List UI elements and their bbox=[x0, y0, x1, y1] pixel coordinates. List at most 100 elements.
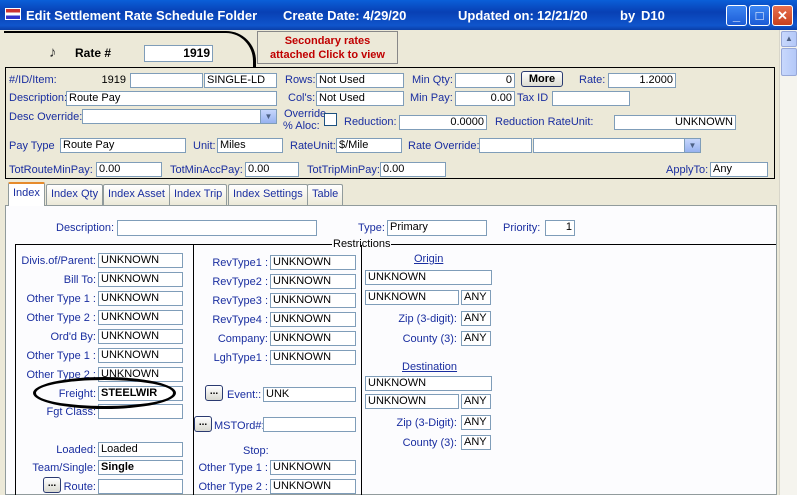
description-label: Description: bbox=[9, 92, 68, 104]
revtype4-label: RevType4 : bbox=[212, 314, 268, 326]
close-icon: ✕ bbox=[777, 8, 788, 23]
origin-field[interactable]: UNKNOWN bbox=[365, 270, 492, 285]
other-type-2-field[interactable]: UNKNOWN bbox=[98, 310, 183, 325]
restrictions-divider-1 bbox=[193, 245, 194, 495]
tab-index-trip[interactable]: Index Trip bbox=[169, 184, 228, 205]
origin-link[interactable]: Origin bbox=[414, 253, 443, 265]
desc-override-select[interactable]: ▼ bbox=[82, 109, 277, 124]
secondary-rates-button[interactable]: Secondary rates attached Click to view bbox=[257, 31, 398, 64]
chevron-down-icon[interactable]: ▼ bbox=[684, 139, 700, 152]
origin-sub-field[interactable]: UNKNOWN bbox=[365, 290, 459, 305]
destination-field[interactable]: UNKNOWN bbox=[365, 376, 492, 391]
maximize-button[interactable]: □ bbox=[749, 5, 770, 26]
updated-value: 12/21/20 bbox=[537, 8, 588, 23]
minimize-icon: _ bbox=[732, 8, 741, 23]
loaded-field[interactable]: Loaded bbox=[98, 442, 183, 457]
team-single-field[interactable]: Single bbox=[98, 460, 183, 475]
company-label: Company: bbox=[217, 333, 268, 345]
scroll-thumb[interactable] bbox=[781, 48, 797, 76]
vertical-scrollbar[interactable]: ▲ bbox=[779, 30, 797, 495]
rate-override-field[interactable] bbox=[479, 138, 532, 153]
divis-parent-label: Divis.of/Parent: bbox=[21, 255, 96, 267]
other-type-1-field[interactable]: UNKNOWN bbox=[98, 291, 183, 306]
other-type-1-label: Other Type 1 : bbox=[26, 293, 96, 305]
secondary-rates-line1: Secondary rates bbox=[284, 35, 371, 47]
other-type-2-label: Other Type 2 : bbox=[26, 312, 96, 324]
stop-other-type-1-field[interactable]: UNKNOWN bbox=[270, 460, 356, 475]
title-bar: Edit Settlement Rate Schedule Folder Cre… bbox=[0, 0, 797, 30]
minimize-button[interactable]: _ bbox=[726, 5, 747, 26]
mstord-lookup-button[interactable]: ... bbox=[194, 416, 212, 432]
rate-unit-field[interactable]: $/Mile bbox=[336, 138, 402, 153]
type-field[interactable]: Primary bbox=[387, 220, 487, 236]
ordered-by-label: Ord'd By: bbox=[50, 331, 96, 343]
rows-field[interactable]: Not Used bbox=[316, 73, 404, 88]
description-field[interactable]: Route Pay bbox=[66, 91, 277, 106]
rate-number-label: Rate # bbox=[75, 46, 112, 60]
revtype2-field[interactable]: UNKNOWN bbox=[270, 274, 356, 289]
divis-parent-field[interactable]: UNKNOWN bbox=[98, 253, 183, 268]
tab-index-settings[interactable]: Index Settings bbox=[228, 184, 308, 205]
tab-table[interactable]: Table bbox=[307, 184, 344, 205]
origin-zip-field[interactable]: ANY bbox=[461, 311, 491, 326]
priority-field[interactable]: 1 bbox=[545, 220, 575, 236]
route-lookup-button[interactable]: ... bbox=[43, 477, 61, 493]
destination-link[interactable]: Destination bbox=[402, 361, 457, 373]
chevron-down-icon[interactable]: ▼ bbox=[260, 110, 276, 123]
tax-id-field[interactable] bbox=[552, 91, 630, 106]
item-code-field[interactable]: SINGLE-LD bbox=[204, 73, 277, 88]
stop-other-type-2-field[interactable]: UNKNOWN bbox=[270, 479, 356, 494]
scroll-up-button[interactable]: ▲ bbox=[781, 31, 797, 47]
event-lookup-button[interactable]: ... bbox=[205, 385, 223, 401]
item-label: #/ID/Item: bbox=[9, 74, 57, 86]
app-icon bbox=[5, 8, 21, 20]
tot-min-acc-pay-field[interactable]: 0.00 bbox=[245, 162, 299, 177]
rate-unit-label: RateUnit: bbox=[290, 140, 336, 152]
ordered-by-field[interactable]: UNKNOWN bbox=[98, 329, 183, 344]
destination-sub-any-field[interactable]: ANY bbox=[461, 394, 491, 409]
tab-index-asset[interactable]: Index Asset bbox=[103, 184, 170, 205]
origin-sub-any-field[interactable]: ANY bbox=[461, 290, 491, 305]
revtype1-field[interactable]: UNKNOWN bbox=[270, 255, 356, 270]
min-pay-field[interactable]: 0.00 bbox=[455, 91, 515, 106]
index-description-field[interactable] bbox=[117, 220, 317, 236]
tab-index-qty[interactable]: Index Qty bbox=[46, 184, 104, 205]
rate-override-select[interactable]: ▼ bbox=[533, 138, 701, 153]
rows-label: Rows: bbox=[285, 74, 316, 86]
origin-county-field[interactable]: ANY bbox=[461, 331, 491, 346]
destination-zip-field[interactable]: ANY bbox=[461, 415, 491, 430]
more-button[interactable]: More bbox=[521, 71, 563, 87]
by-label: by bbox=[620, 8, 636, 23]
origin-county-label: County (3): bbox=[402, 333, 457, 345]
revtype3-field[interactable]: UNKNOWN bbox=[270, 293, 356, 308]
revtype4-field[interactable]: UNKNOWN bbox=[270, 312, 356, 327]
ordby-other-type-1-field[interactable]: UNKNOWN bbox=[98, 348, 183, 363]
min-pay-label: Min Pay: bbox=[410, 92, 453, 104]
destination-county-field[interactable]: ANY bbox=[461, 435, 491, 450]
close-button[interactable]: ✕ bbox=[772, 5, 793, 26]
unit-field[interactable]: Miles bbox=[217, 138, 283, 153]
type-label: Type: bbox=[358, 222, 385, 234]
company-field[interactable]: UNKNOWN bbox=[270, 331, 356, 346]
min-qty-field[interactable]: 0 bbox=[455, 73, 515, 88]
mstord-field[interactable] bbox=[263, 417, 356, 432]
destination-county-label: County (3): bbox=[402, 437, 457, 449]
revtype2-label: RevType2 : bbox=[212, 276, 268, 288]
route-field[interactable] bbox=[98, 479, 183, 494]
reduction-field[interactable]: 0.0000 bbox=[399, 115, 487, 130]
cols-field[interactable]: Not Used bbox=[316, 91, 404, 106]
reduction-unit-field[interactable]: UNKNOWN bbox=[614, 115, 736, 130]
destination-sub-field[interactable]: UNKNOWN bbox=[365, 394, 459, 409]
item-id-field[interactable] bbox=[130, 73, 203, 88]
lghtype1-field[interactable]: UNKNOWN bbox=[270, 350, 356, 365]
override-alloc-checkbox[interactable] bbox=[324, 113, 337, 126]
tot-trip-min-pay-field[interactable]: 0.00 bbox=[380, 162, 446, 177]
rate-number-field[interactable]: 1919 bbox=[144, 45, 213, 62]
tot-route-min-pay-field[interactable]: 0.00 bbox=[96, 162, 162, 177]
pay-type-field[interactable]: Route Pay bbox=[60, 138, 186, 153]
rate-field[interactable]: 1.2000 bbox=[608, 73, 676, 88]
event-field[interactable]: UNK bbox=[263, 387, 356, 402]
tab-index[interactable]: Index bbox=[8, 182, 45, 206]
apply-to-field[interactable]: Any bbox=[710, 162, 768, 177]
bill-to-field[interactable]: UNKNOWN bbox=[98, 272, 183, 287]
